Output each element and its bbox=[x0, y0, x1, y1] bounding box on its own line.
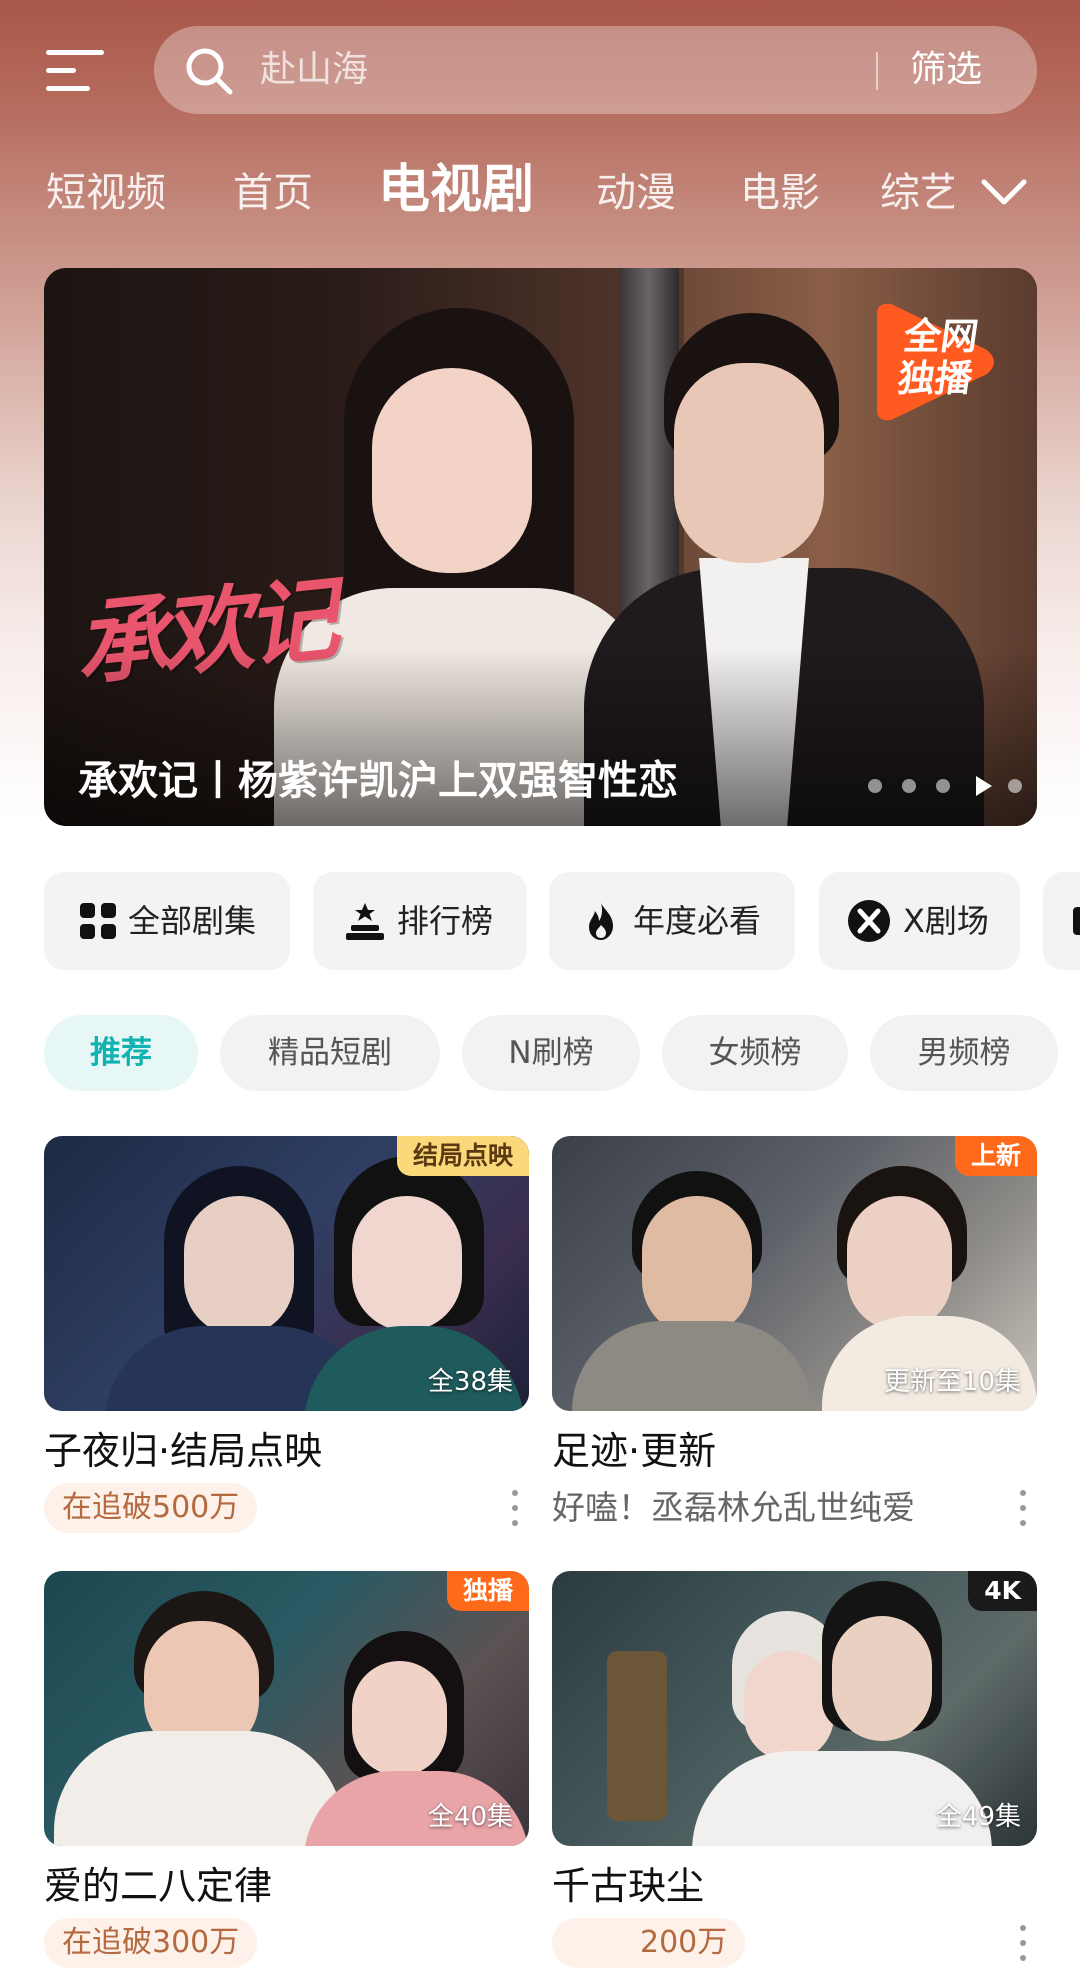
tab-variety-clip: 综艺 bbox=[880, 158, 954, 228]
carousel-dot[interactable] bbox=[868, 779, 882, 793]
x-theater-button[interactable]: X剧场 bbox=[819, 872, 1020, 970]
video-thumbnail[interactable]: 独播 全40集 bbox=[44, 1571, 529, 1846]
chip-recommended[interactable]: 推荐 bbox=[44, 1015, 198, 1091]
banner-caption: 承欢记丨杨紫许凯沪上双强智性恋 bbox=[78, 758, 678, 804]
video-thumbnail[interactable]: 上新 更新至10集 bbox=[552, 1136, 1037, 1411]
podium-icon bbox=[346, 903, 384, 940]
quick-entry-row: 全部剧集 排行榜 年度必看 X剧场 bbox=[0, 872, 1080, 972]
card-title[interactable]: 足迹·更新 bbox=[552, 1426, 716, 1476]
flame-icon bbox=[589, 903, 613, 940]
chip-male-chart[interactable]: 男频榜 bbox=[870, 1015, 1058, 1091]
episode-count: 全49集 bbox=[935, 1802, 1021, 1832]
grid-icon bbox=[80, 903, 116, 939]
filter-button[interactable]: 筛选 bbox=[910, 48, 982, 92]
all-series-button[interactable]: 全部剧集 bbox=[44, 872, 290, 970]
card-tag: 上新 bbox=[954, 1136, 1037, 1176]
carousel-dot[interactable] bbox=[902, 779, 916, 793]
hero-banner[interactable]: 承欢记 全网独播 承欢记丨杨紫许凯沪上双强智性恋 bbox=[44, 268, 1037, 826]
x-theater-label: X剧场 bbox=[903, 902, 989, 940]
tab-short-video[interactable]: 短视频 bbox=[46, 168, 166, 218]
card-title[interactable]: 爱的二八定律 bbox=[44, 1861, 272, 1911]
card-tag: 4K bbox=[968, 1571, 1037, 1611]
card-title[interactable]: 子夜归·结局点映 bbox=[44, 1426, 322, 1476]
chip-female-chart[interactable]: 女频榜 bbox=[662, 1015, 848, 1091]
more-options-icon[interactable] bbox=[1017, 1923, 1029, 1963]
chip-n-rewatch[interactable]: N刷榜 bbox=[462, 1015, 640, 1091]
filter-chips: 推荐 精品短剧 N刷榜 女频榜 男频榜 bbox=[0, 1015, 1080, 1091]
tab-tv-series[interactable]: 电视剧 bbox=[378, 158, 534, 222]
popularity-pill: 在追破300万 bbox=[44, 1918, 258, 1968]
menu-icon[interactable] bbox=[46, 48, 104, 92]
popularity-pill: 在追破500万 bbox=[44, 1483, 258, 1533]
chip-premium-short[interactable]: 精品短剧 bbox=[220, 1015, 440, 1091]
ranking-button[interactable]: 排行榜 bbox=[313, 872, 527, 970]
annual-must-watch-label: 年度必看 bbox=[633, 902, 762, 940]
popularity-pill: 200万 bbox=[552, 1918, 746, 1968]
more-options-icon[interactable] bbox=[1017, 1488, 1029, 1528]
video-thumbnail[interactable]: 4K 全49集 bbox=[552, 1571, 1037, 1846]
chevron-down-icon[interactable] bbox=[978, 170, 1030, 216]
exclusive-badge-text: 全网独播 bbox=[895, 315, 982, 400]
annual-must-watch-button[interactable]: 年度必看 bbox=[549, 872, 795, 970]
search-placeholder[interactable]: 赴山海 bbox=[260, 48, 368, 92]
card-title[interactable]: 千古玦尘 bbox=[552, 1861, 704, 1911]
tab-movie[interactable]: 电影 bbox=[740, 168, 820, 218]
carousel-dot[interactable] bbox=[1008, 779, 1022, 793]
video-thumbnail[interactable]: 结局点映 全38集 bbox=[44, 1136, 529, 1411]
more-options-icon[interactable] bbox=[509, 1488, 521, 1528]
tab-anime[interactable]: 动漫 bbox=[596, 168, 676, 218]
card-tag: 独播 bbox=[446, 1571, 529, 1611]
tab-home[interactable]: 首页 bbox=[233, 168, 313, 218]
search-bar[interactable]: 赴山海 筛选 bbox=[154, 26, 1037, 114]
episode-count: 全40集 bbox=[427, 1802, 513, 1832]
ranking-label: 排行榜 bbox=[397, 902, 494, 940]
all-series-label: 全部剧集 bbox=[128, 902, 257, 940]
more-entry-button[interactable] bbox=[1043, 872, 1080, 970]
carousel-dot[interactable] bbox=[936, 779, 950, 793]
episode-count: 更新至10集 bbox=[883, 1367, 1021, 1397]
x-theater-icon bbox=[848, 900, 890, 942]
search-divider bbox=[876, 52, 878, 90]
card-tag: 结局点映 bbox=[396, 1136, 529, 1176]
search-icon bbox=[186, 48, 233, 95]
tv-icon bbox=[1073, 907, 1080, 935]
card-subtitle: 好嗑！丞磊林允乱世纯爱 bbox=[552, 1488, 915, 1527]
episode-count: 全38集 bbox=[427, 1367, 513, 1397]
category-tabs: 短视频 首页 电视剧 动漫 电影 综艺 bbox=[0, 158, 1080, 228]
tab-variety[interactable]: 综艺 bbox=[880, 168, 954, 218]
exclusive-badge: 全网独播 bbox=[859, 300, 1001, 424]
carousel-current-play-icon bbox=[976, 776, 992, 796]
